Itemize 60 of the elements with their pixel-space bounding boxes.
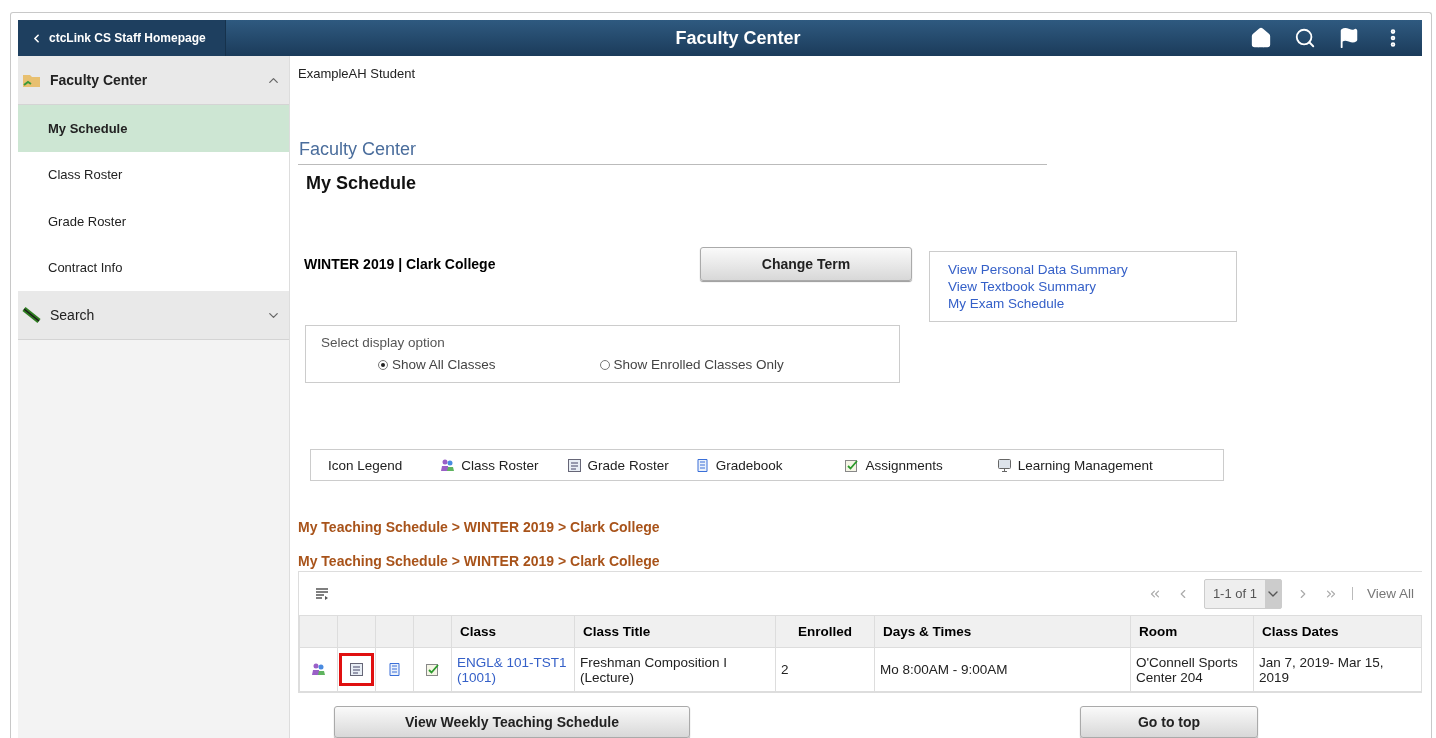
column-header: Class [451, 615, 575, 648]
table-cell: Mo 8:00AM - 9:00AM [874, 647, 1131, 692]
page-header-title: Faculty Center [674, 27, 802, 49]
action-button[interactable]: View Weekly Teaching Schedule [334, 706, 690, 738]
flag-icon[interactable] [1338, 27, 1360, 49]
icon-link[interactable] [339, 653, 374, 686]
display-option-label: Select display option [321, 335, 446, 350]
column-header: Days & Times [874, 615, 1131, 648]
back-button[interactable]: ctcLink CS Staff Homepage [18, 20, 226, 56]
legend-label: Gradebook [715, 457, 783, 473]
page-title: Faculty Center [298, 139, 1047, 165]
people-icon [311, 662, 326, 677]
link[interactable]: View Personal Data Summary [948, 262, 1218, 277]
link[interactable]: View Textbook Summary [948, 279, 1218, 294]
column-header: Class Title [574, 615, 776, 648]
monitor-icon [996, 457, 1012, 473]
column-header: Class Dates [1253, 615, 1422, 648]
checklist-icon [844, 457, 860, 473]
radio-option[interactable]: Show All Classes [378, 357, 496, 372]
breadcrumb: My Teaching Schedule > WINTER 2019 > Clark College [298, 553, 661, 569]
column-header: Enrolled [775, 615, 875, 648]
radio-button[interactable] [378, 359, 388, 370]
grade-book-icon [387, 662, 402, 677]
pager-dropdown[interactable]: 1-1 of 1 [1203, 578, 1282, 609]
user-name: ExampleAH Student [298, 66, 417, 81]
grade-book-icon [694, 457, 710, 473]
change-term-button[interactable]: Change Term [700, 247, 912, 281]
sidebar-item[interactable]: Grade Roster [18, 198, 289, 245]
legend-label: Learning Management [1017, 457, 1153, 473]
pencil-icon [22, 306, 42, 324]
sidebar-group[interactable]: Search [18, 291, 289, 340]
term-label: WINTER 2019 | Clark College [304, 256, 497, 272]
breadcrumb: My Teaching Schedule > WINTER 2019 > Clark College [298, 519, 661, 535]
home-icon[interactable] [1250, 27, 1272, 49]
dropdown-chevron-icon [1264, 579, 1281, 608]
sidebar-item[interactable]: My Schedule [18, 105, 289, 152]
checklist-icon [425, 662, 440, 677]
table-cell: O'Connell Sports Center 204 [1130, 647, 1254, 692]
radio-button[interactable] [599, 359, 610, 370]
table-cell: Jan 7, 2019- Mar 15, 2019 [1253, 647, 1422, 692]
action-button[interactable]: Go to top [1080, 706, 1258, 738]
grid-settings-icon[interactable] [315, 586, 329, 601]
people-icon [440, 457, 456, 473]
legend-label: Assignments [865, 457, 943, 473]
table-cell: Freshman Composition I (Lecture) [574, 647, 776, 692]
roster-sheet-icon [349, 662, 364, 677]
radio-option[interactable]: Show Enrolled Classes Only [599, 357, 784, 372]
search-icon[interactable] [1294, 27, 1316, 49]
table-cell: 2 [775, 647, 875, 692]
page-subtitle: My Schedule [306, 173, 418, 194]
legend-label: Grade Roster [587, 457, 669, 473]
sidebar-group[interactable]: Faculty Center [18, 56, 289, 105]
column-header: Room [1130, 615, 1254, 648]
link[interactable]: My Exam Schedule [948, 296, 1218, 311]
roster-sheet-icon [566, 457, 582, 473]
legend-label: Class Roster [461, 457, 539, 473]
sidebar-item[interactable]: Class Roster [18, 151, 289, 198]
legend-title: Icon Legend [328, 457, 403, 473]
view-all-link[interactable]: View All [1366, 586, 1414, 601]
sidebar-item[interactable]: Contract Info [18, 244, 289, 291]
